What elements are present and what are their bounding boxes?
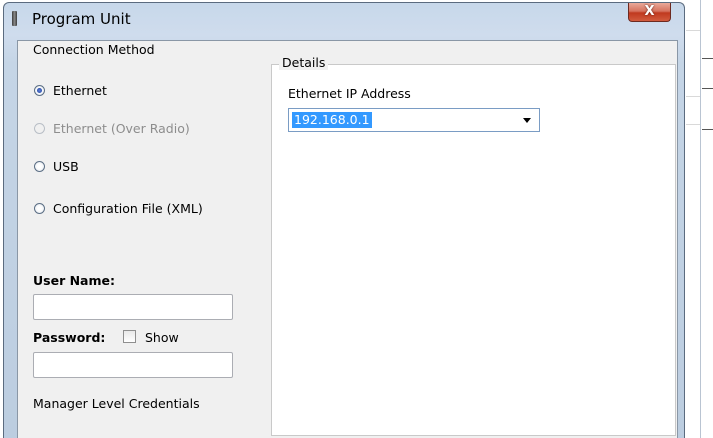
radio-label: Ethernet (Over Radio) [53,120,190,136]
radio-label: USB [53,158,79,174]
background-tick [702,88,713,89]
show-password-checkbox[interactable] [123,330,136,343]
app-icon [12,11,17,26]
radio-label: Configuration File (XML) [53,200,203,216]
radio-button-icon[interactable] [34,160,45,172]
ethernet-ip-label: Ethernet IP Address [288,86,411,101]
radio-configuration-file[interactable]: Configuration File (XML) [34,200,203,216]
radio-button-icon[interactable] [34,84,45,96]
details-title: Details [279,55,329,70]
window-title: Program Unit [32,10,131,28]
close-button[interactable]: X [628,3,671,22]
password-input[interactable] [33,352,233,378]
radio-ethernet[interactable]: Ethernet [34,82,107,98]
radio-ethernet-over-radio[interactable]: Ethernet (Over Radio) [34,120,190,136]
radio-button-icon[interactable] [34,122,45,134]
background-tick [702,58,713,59]
background-window [685,0,713,438]
ethernet-ip-value[interactable]: 192.168.0.1 [292,112,372,128]
connection-method-title: Connection Method [33,42,155,57]
dropdown-arrow-icon[interactable] [523,118,531,123]
background-tick [702,129,713,130]
background-window-edge [700,0,701,438]
ethernet-ip-combobox[interactable]: 192.168.0.1 [288,108,540,132]
radio-label: Ethernet [53,82,107,98]
password-label: Password: [33,330,106,345]
background-divider [686,96,700,97]
background-divider [686,124,700,125]
radio-button-icon[interactable] [34,202,45,214]
username-input[interactable] [33,294,233,320]
show-password-label[interactable]: Show [145,330,179,345]
username-label: User Name: [33,273,115,288]
radio-usb[interactable]: USB [34,158,79,174]
manager-credentials-note: Manager Level Credentials [33,396,200,411]
background-divider [686,30,700,31]
